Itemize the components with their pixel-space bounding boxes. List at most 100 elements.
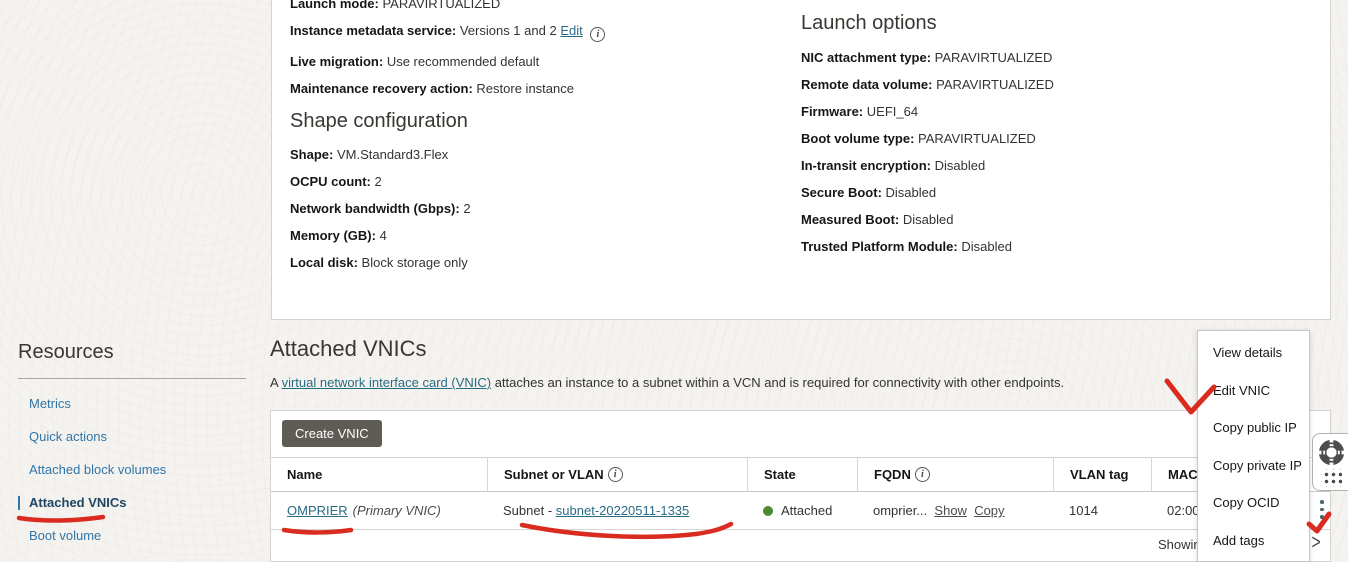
create-vnic-button[interactable]: Create VNIC (282, 420, 382, 447)
info-icon[interactable]: i (590, 27, 605, 42)
attached-vnics-description: A virtual network interface card (VNIC) … (270, 375, 1090, 390)
cell-name: OMPRIER (Primary VNIC) (271, 492, 487, 530)
field-launch-mode: Launch mode: PARAVIRTUALIZED (290, 0, 770, 11)
cell-fqdn: omprier... Show Copy (857, 492, 1053, 530)
column-label: Subnet or VLAN (504, 467, 604, 482)
field-value: Disabled (886, 185, 937, 200)
field-firmware: Firmware: UEFI_64 (801, 105, 1301, 119)
sidebar-divider (18, 378, 246, 379)
cell-subnet: Subnet - subnet-20220511-1335 (487, 492, 747, 530)
shape-configuration-title: Shape configuration (290, 109, 770, 133)
field-value: Restore instance (476, 81, 574, 96)
field-network-bandwidth: Network bandwidth (Gbps): 2 (290, 202, 770, 216)
menu-item-view-details[interactable]: View details (1198, 334, 1309, 372)
sidebar-item-boot-volume[interactable]: Boot volume (18, 529, 246, 543)
menu-item-copy-ocid[interactable]: Copy OCID (1198, 484, 1309, 522)
cell-vlan-tag: 1014 (1053, 492, 1151, 530)
vnic-name-link[interactable]: OMPRIER (287, 503, 348, 518)
column-header-name: Name (271, 457, 487, 492)
menu-item-edit-vnic[interactable]: Edit VNIC (1198, 372, 1309, 410)
field-value: Block storage only (362, 255, 468, 270)
field-value: Use recommended default (387, 54, 539, 69)
info-icon[interactable]: i (915, 467, 930, 482)
column-label: Name (287, 467, 322, 482)
field-boot-volume-type: Boot volume type: PARAVIRTUALIZED (801, 132, 1301, 146)
field-label: Firmware: (801, 104, 863, 119)
menu-item-add-tags[interactable]: Add tags (1198, 522, 1309, 560)
fqdn-show-link[interactable]: Show (934, 503, 967, 518)
field-value: Versions 1 and 2 (460, 23, 557, 38)
subnet-prefix: Subnet - (503, 503, 552, 518)
column-header-vlan-tag: VLAN tag (1053, 457, 1151, 492)
info-icon[interactable]: i (608, 467, 623, 482)
subnet-link[interactable]: subnet-20220511-1335 (556, 503, 690, 518)
menu-item-copy-private-ip[interactable]: Copy private IP (1198, 447, 1309, 485)
field-remote-data-volume: Remote data volume: PARAVIRTUALIZED (801, 78, 1301, 92)
field-in-transit-encryption: In-transit encryption: Disabled (801, 159, 1301, 173)
field-label: Memory (GB): (290, 228, 376, 243)
field-value: PARAVIRTUALIZED (382, 0, 500, 11)
field-instance-metadata-service: Instance metadata service: Versions 1 an… (290, 24, 770, 42)
column-header-state: State (747, 457, 857, 492)
row-actions-kebab-icon[interactable] (1317, 500, 1327, 523)
field-value: PARAVIRTUALIZED (936, 77, 1054, 92)
vlan-tag-value: 1014 (1069, 503, 1098, 518)
field-label: Trusted Platform Module: (801, 239, 958, 254)
field-label: Remote data volume: (801, 77, 932, 92)
field-label: In-transit encryption: (801, 158, 931, 173)
field-label: Maintenance recovery action: (290, 81, 473, 96)
attached-vnics-title: Attached VNICs (270, 336, 427, 362)
field-label: Instance metadata service: (290, 23, 456, 38)
sidebar-item-attached-vnics[interactable]: Attached VNICs (18, 496, 246, 510)
field-value: UEFI_64 (867, 104, 918, 119)
field-label: Measured Boot: (801, 212, 899, 227)
field-value: 4 (380, 228, 387, 243)
vnics-table: Name Subnet or VLAN i State FQDN i VLAN ta… (271, 457, 1330, 530)
sidebar-item-quick-actions[interactable]: Quick actions (18, 430, 246, 444)
launch-options-column: Launch options NIC attachment type: PARA… (801, 11, 1301, 267)
description-prefix: A (270, 375, 282, 390)
instance-details-card: Launch mode: PARAVIRTUALIZED Instance me… (271, 0, 1331, 320)
menu-item-copy-public-ip[interactable]: Copy public IP (1198, 409, 1309, 447)
vnic-row-context-menu: View details Edit VNIC Copy public IP Co… (1197, 330, 1310, 562)
table-header-row: Name Subnet or VLAN i State FQDN i VLAN ta… (271, 457, 1330, 492)
field-shape: Shape: VM.Standard3.Flex (290, 148, 770, 162)
resources-title: Resources (18, 341, 246, 364)
column-label: FQDN (874, 467, 911, 482)
vnic-doc-link[interactable]: virtual network interface card (VNIC) (282, 375, 492, 390)
field-value: VM.Standard3.Flex (337, 147, 448, 162)
field-local-disk: Local disk: Block storage only (290, 256, 770, 270)
field-value: PARAVIRTUALIZED (935, 50, 1053, 65)
instance-details-left-column: Launch mode: PARAVIRTUALIZED Instance me… (290, 0, 770, 283)
column-label: State (764, 467, 796, 482)
support-lifering-icon[interactable] (1318, 439, 1345, 466)
column-header-subnet-or-vlan: Subnet or VLAN i (487, 457, 747, 492)
resources-sidebar: Resources Metrics Quick actions Attached… (18, 341, 246, 562)
field-value: 2 (463, 201, 470, 216)
field-measured-boot: Measured Boot: Disabled (801, 213, 1301, 227)
field-label: Local disk: (290, 255, 358, 270)
field-value: Disabled (903, 212, 954, 227)
field-ocpu-count: OCPU count: 2 (290, 175, 770, 189)
column-label: VLAN tag (1070, 467, 1129, 482)
column-header-fqdn: FQDN i (857, 457, 1053, 492)
field-label: Boot volume type: (801, 131, 914, 146)
fqdn-copy-link[interactable]: Copy (974, 503, 1004, 518)
sidebar-item-attached-block-volumes[interactable]: Attached block volumes (18, 463, 246, 477)
state-attached-dot-icon (763, 506, 773, 516)
field-label: Launch mode: (290, 0, 379, 11)
field-nic-attachment-type: NIC attachment type: PARAVIRTUALIZED (801, 51, 1301, 65)
launch-options-title: Launch options (801, 11, 1301, 35)
field-label: Shape: (290, 147, 333, 162)
description-suffix: attaches an instance to a subnet within … (491, 375, 1064, 390)
cell-state: Attached (747, 492, 857, 530)
field-live-migration: Live migration: Use recommended default (290, 55, 770, 69)
apps-grid-icon[interactable] (1321, 469, 1342, 487)
floating-tools-panel (1312, 433, 1348, 491)
field-value: PARAVIRTUALIZED (918, 131, 1036, 146)
field-label: Network bandwidth (Gbps): (290, 201, 460, 216)
state-label: Attached (781, 503, 832, 518)
edit-metadata-link[interactable]: Edit (560, 23, 582, 38)
next-page-chevron-icon[interactable]: > (1312, 531, 1321, 555)
sidebar-item-metrics[interactable]: Metrics (18, 397, 246, 411)
